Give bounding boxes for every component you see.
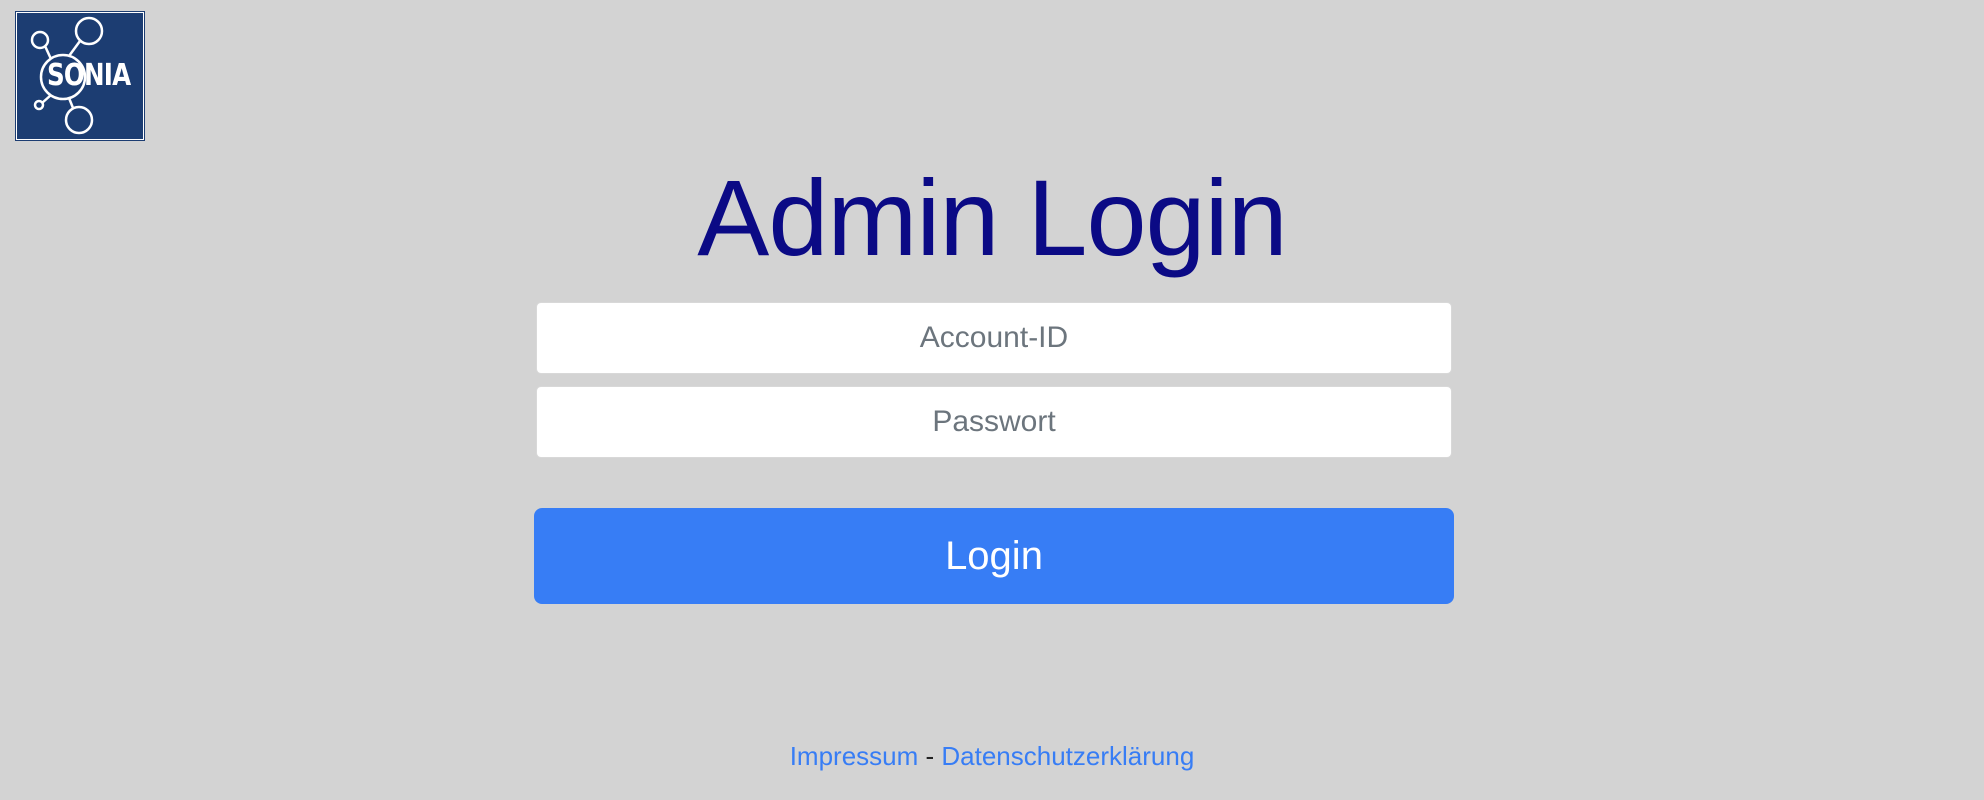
privacy-policy-link[interactable]: Datenschutzerklärung xyxy=(941,741,1194,771)
login-button[interactable]: Login xyxy=(534,508,1454,604)
footer-separator: - xyxy=(918,741,942,771)
impressum-link[interactable]: Impressum xyxy=(790,741,919,771)
password-input[interactable] xyxy=(536,386,1452,458)
footer: Impressum - Datenschutzerklärung xyxy=(0,740,1984,772)
account-id-input[interactable] xyxy=(536,302,1452,374)
logo-text: SONIA xyxy=(47,58,131,93)
sonia-logo: SONIA xyxy=(16,12,144,140)
page-title: Admin Login xyxy=(697,157,1287,278)
